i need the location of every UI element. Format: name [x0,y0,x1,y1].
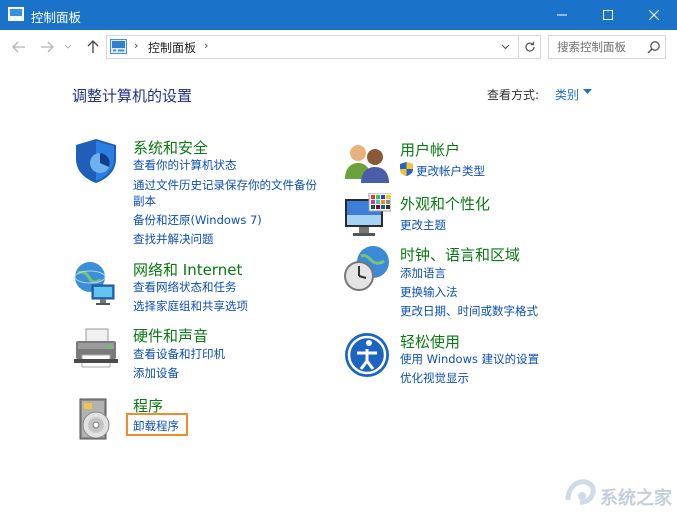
link-view-computer-status[interactable]: 查看你的计算机状态 [133,157,237,173]
link-add-device[interactable]: 添加设备 [133,365,179,381]
link-change-date-time-format[interactable]: 更改日期、时间或数字格式 [400,303,538,319]
highlight-box [126,413,188,436]
link-troubleshoot[interactable]: 查找并解决问题 [133,231,214,247]
link-file-history-backup-cont[interactable]: 副本 [133,193,156,209]
navigation-bar: › 控制面板 › [0,30,677,63]
programs-disc-icon [79,398,110,440]
forward-button[interactable] [36,36,58,58]
watermark-logo: 系统之家 [565,479,673,509]
minimize-icon [557,14,567,16]
maximize-icon [603,10,613,20]
link-recommended-settings[interactable]: 使用 Windows 建议的设置 [400,351,539,367]
window-title: 控制面板 [31,10,82,25]
back-button[interactable] [8,36,30,58]
up-button[interactable] [82,36,104,58]
address-history-dropdown[interactable] [498,40,512,54]
shield-icon [76,139,116,183]
page-title: 调整计算机的设置 [72,87,193,105]
chevron-down-icon [64,44,72,49]
dropdown-arrow-icon[interactable] [583,89,592,95]
link-add-language[interactable]: 添加语言 [400,265,446,281]
category-title[interactable]: 硬件和声音 [133,325,208,346]
close-icon [649,10,659,20]
link-network-status[interactable]: 查看网络状态和任务 [133,279,237,295]
search-box[interactable] [548,35,666,59]
link-backup-restore[interactable]: 备份和还原(Windows 7) [133,212,262,228]
category-title[interactable]: 轻松使用 [400,331,460,352]
monitor-palette-icon [345,193,391,236]
search-icon[interactable] [647,40,661,54]
link-change-theme[interactable]: 更改主题 [400,217,446,233]
breadcrumb-separator-icon: › [134,39,139,52]
recent-locations-button[interactable] [61,36,75,58]
link-change-input-method[interactable]: 更换输入法 [400,284,458,300]
watermark-text: 系统之家 [600,487,673,509]
control-panel-icon [8,7,24,21]
breadcrumb-chevron-icon[interactable]: › [204,39,208,52]
category-title[interactable]: 用户帐户 [400,139,460,160]
clock-globe-icon [344,246,389,291]
category-title[interactable]: 网络和 Internet [133,259,242,280]
view-by-dropdown[interactable]: 类别 [555,86,579,103]
link-devices-printers[interactable]: 查看设备和打印机 [133,346,225,362]
users-icon [345,145,389,183]
link-file-history-backup[interactable]: 通过文件历史记录保存你的文件备份 [133,177,317,193]
category-title[interactable]: 时钟、语言和区域 [400,244,520,265]
forward-arrow-icon [41,41,54,53]
view-by-label: 查看方式: [487,88,540,102]
minimize-button[interactable] [539,0,585,30]
search-input[interactable] [549,36,649,58]
address-box[interactable]: › 控制面板 › [106,35,519,59]
printer-icon [74,328,118,368]
link-change-account-type[interactable]: 更改帐户类型 [416,163,485,179]
link-optimize-visual-display[interactable]: 优化视觉显示 [400,370,469,386]
title-bar: 控制面板 [0,0,677,30]
uac-shield-icon [400,162,413,176]
refresh-icon [524,41,535,52]
chevron-down-icon [501,44,509,50]
network-globe-icon [74,262,115,305]
breadcrumb-control-panel[interactable]: 控制面板 [148,39,196,56]
link-homegroup-sharing[interactable]: 选择家庭组和共享选项 [133,298,248,314]
back-arrow-icon [12,41,25,53]
control-panel-icon [110,39,127,54]
refresh-button[interactable] [519,35,541,59]
category-title[interactable]: 外观和个性化 [400,193,490,214]
up-arrow-icon [87,40,99,53]
maximize-button[interactable] [585,0,631,30]
category-title[interactable]: 系统和安全 [133,137,208,158]
close-button[interactable] [631,0,677,30]
ease-of-access-icon [345,333,389,377]
